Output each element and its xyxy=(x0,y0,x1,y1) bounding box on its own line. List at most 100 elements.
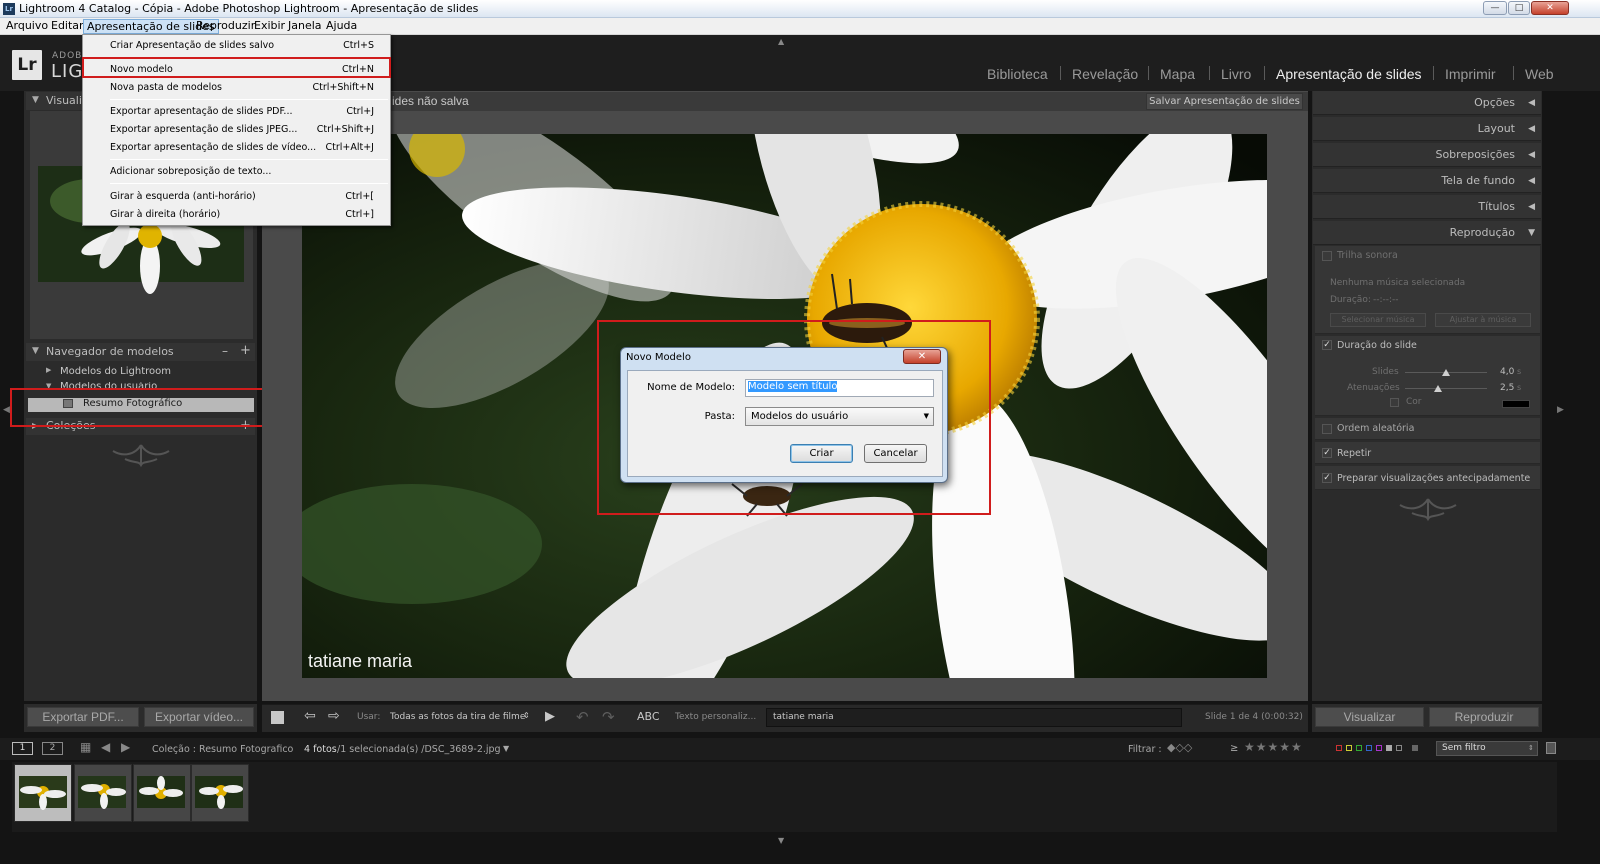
color-label-custom-icon[interactable] xyxy=(1386,745,1392,751)
dialog-close-button[interactable]: ✕ xyxy=(903,349,941,364)
menu-item-export-video[interactable]: Exportar apresentação de slides de vídeo… xyxy=(83,139,390,156)
collapse-bottom-icon[interactable]: ▼ xyxy=(778,836,784,845)
custom-text-input[interactable]: tatiane maria xyxy=(766,708,1182,727)
add-template-button[interactable]: + xyxy=(240,343,251,358)
play-icon[interactable]: ▶ xyxy=(545,709,555,724)
menu-item-label: Girar à esquerda (anti-horário) xyxy=(110,191,256,202)
random-order-checkbox[interactable] xyxy=(1322,424,1332,434)
screen-1-button[interactable]: 1 xyxy=(12,742,33,755)
rotate-left-icon[interactable]: ↶ xyxy=(576,708,589,726)
repeat-checkbox[interactable]: ✓ xyxy=(1322,448,1332,458)
menu-reproduzir[interactable]: Reproduzir xyxy=(193,19,258,34)
remove-template-button[interactable]: – xyxy=(222,344,228,358)
color-label-none-icon[interactable] xyxy=(1396,745,1402,751)
filter-select[interactable]: Sem filtro xyxy=(1436,741,1538,756)
menu-item-export-pdf[interactable]: Exportar apresentação de slides PDF... Ct… xyxy=(83,103,390,120)
grid-view-icon[interactable]: ▦ xyxy=(80,740,91,754)
template-name-input[interactable]: Modelo sem título xyxy=(745,379,934,397)
section-titulos[interactable]: Títulos ◀ xyxy=(1313,195,1541,219)
star-rating-filter[interactable]: ★★★★★ xyxy=(1244,740,1303,754)
filter-lock-icon[interactable] xyxy=(1546,742,1556,754)
menu-arquivo[interactable]: Arquivo xyxy=(3,19,51,34)
rating-operator[interactable]: ≥ xyxy=(1230,743,1238,754)
forward-arrow-icon[interactable]: ▶ xyxy=(121,740,130,754)
color-label-green-icon[interactable] xyxy=(1356,745,1362,751)
color-label-red-icon[interactable] xyxy=(1336,745,1342,751)
fades-slider-handle[interactable] xyxy=(1433,385,1442,392)
module-biblioteca[interactable]: Biblioteca xyxy=(987,65,1048,83)
preview-button[interactable]: Visualizar xyxy=(1315,707,1424,727)
menu-item-rotate-left[interactable]: Girar à esquerda (anti-horário) Ctrl+[ xyxy=(83,188,390,205)
rotate-right-icon[interactable]: ↷ xyxy=(602,708,615,726)
export-pdf-button[interactable]: Exportar PDF... xyxy=(27,707,139,727)
menu-item-rotate-right[interactable]: Girar à direita (horário) Ctrl+] xyxy=(83,206,390,223)
slides-slider-handle[interactable] xyxy=(1442,369,1450,376)
menu-ajuda[interactable]: Ajuda xyxy=(323,19,360,34)
module-revelacao[interactable]: Revelação xyxy=(1072,65,1138,83)
minimize-button[interactable]: — xyxy=(1483,1,1507,15)
play-slideshow-button[interactable]: Reproduzir xyxy=(1429,707,1539,727)
section-sobreposicoes[interactable]: Sobreposições ◀ xyxy=(1313,143,1541,167)
folder-lightroom-templates[interactable]: ▶ Modelos do Lightroom xyxy=(30,365,254,380)
color-label-all-icon[interactable] xyxy=(1412,745,1418,751)
fit-to-music-button[interactable]: Ajustar à música xyxy=(1435,313,1531,327)
custom-text-select[interactable]: Texto personaliz... xyxy=(675,712,756,722)
maximize-button[interactable]: □ xyxy=(1508,1,1530,15)
section-opcoes[interactable]: Opções ◀ xyxy=(1313,91,1541,115)
section-layout[interactable]: Layout ◀ xyxy=(1313,117,1541,141)
section-reproducao[interactable]: Reprodução ▼ xyxy=(1313,221,1541,245)
module-web[interactable]: Web xyxy=(1525,65,1554,83)
menu-item-new-template-folder[interactable]: Nova pasta de modelos Ctrl+Shift+N xyxy=(83,79,390,96)
chevron-down-icon[interactable]: ▼ xyxy=(503,744,509,753)
window-close-button[interactable]: ✕ xyxy=(1531,1,1569,15)
template-browser-header[interactable]: ▼ Navegador de modelos – + xyxy=(26,343,255,361)
collapse-left-icon[interactable]: ◀ xyxy=(3,405,10,415)
back-arrow-icon[interactable]: ◀ xyxy=(101,740,110,754)
color-label-yellow-icon[interactable] xyxy=(1346,745,1352,751)
menu-item-create-saved-slideshow[interactable]: Criar Apresentação de slides salvo Ctrl+S xyxy=(83,37,390,54)
document-title: ides não salva xyxy=(392,94,469,108)
menu-editar[interactable]: Editar xyxy=(48,19,87,34)
color-checkbox[interactable] xyxy=(1390,398,1399,407)
save-slideshow-button[interactable]: Salvar Apresentação de slides xyxy=(1146,93,1303,110)
menu-exibir[interactable]: Exibir xyxy=(251,19,288,34)
section-label: Layout xyxy=(1477,122,1515,135)
cancel-button[interactable]: Cancelar xyxy=(864,444,927,463)
color-swatch[interactable] xyxy=(1502,400,1530,408)
export-video-button[interactable]: Exportar vídeo... xyxy=(144,707,254,727)
selection-info[interactable]: /1 selecionada(s) /DSC_3689-2.jpg xyxy=(337,744,501,755)
select-music-button[interactable]: Selecionar música xyxy=(1330,313,1426,327)
slides-value[interactable]: 4,0 xyxy=(1500,367,1514,377)
section-tela-de-fundo[interactable]: Tela de fundo ◀ xyxy=(1313,169,1541,193)
screen-2-button[interactable]: 2 xyxy=(42,742,63,755)
collapse-right-icon[interactable]: ▶ xyxy=(1557,405,1564,415)
next-arrow-icon[interactable]: ⇨ xyxy=(328,708,340,724)
stop-icon[interactable] xyxy=(271,711,284,724)
fades-slider[interactable] xyxy=(1405,388,1487,389)
menu-item-export-jpeg[interactable]: Exportar apresentação de slides JPEG... C… xyxy=(83,121,390,138)
menu-janela[interactable]: Janela xyxy=(285,19,325,34)
module-apresentacao[interactable]: Apresentação de slides xyxy=(1276,65,1422,83)
menu-item-add-text-overlay[interactable]: Adicionar sobreposição de texto... xyxy=(83,163,390,180)
prepare-previews-checkbox[interactable]: ✓ xyxy=(1322,473,1332,483)
previous-arrow-icon[interactable]: ⇦ xyxy=(304,708,316,724)
module-livro[interactable]: Livro xyxy=(1221,65,1251,83)
module-mapa[interactable]: Mapa xyxy=(1160,65,1195,83)
folder-label: Modelos do Lightroom xyxy=(60,366,172,377)
section-label: Reprodução xyxy=(1449,226,1515,239)
color-label-purple-icon[interactable] xyxy=(1376,745,1382,751)
folder-select[interactable]: Modelos do usuário ▼ xyxy=(745,407,934,426)
use-select[interactable]: Todas as fotos da tira de filme xyxy=(390,712,525,722)
collapse-top-icon[interactable]: ▲ xyxy=(778,37,784,46)
text-overlay-abc-button[interactable]: ABC xyxy=(637,710,660,723)
flag-filter-icons[interactable]: ◆◇◇ xyxy=(1167,741,1192,754)
module-imprimir[interactable]: Imprimir xyxy=(1445,65,1496,83)
color-label-blue-icon[interactable] xyxy=(1366,745,1372,751)
section-label: Tela de fundo xyxy=(1441,174,1515,187)
collection-path[interactable]: Coleção : Resumo Fotografico xyxy=(152,744,293,755)
template-browser-title: Navegador de modelos xyxy=(46,345,174,358)
soundtrack-checkbox[interactable] xyxy=(1322,251,1332,261)
fades-value[interactable]: 2,5 xyxy=(1500,383,1514,393)
slide-duration-checkbox[interactable]: ✓ xyxy=(1322,340,1332,350)
create-button[interactable]: Criar xyxy=(790,444,853,463)
